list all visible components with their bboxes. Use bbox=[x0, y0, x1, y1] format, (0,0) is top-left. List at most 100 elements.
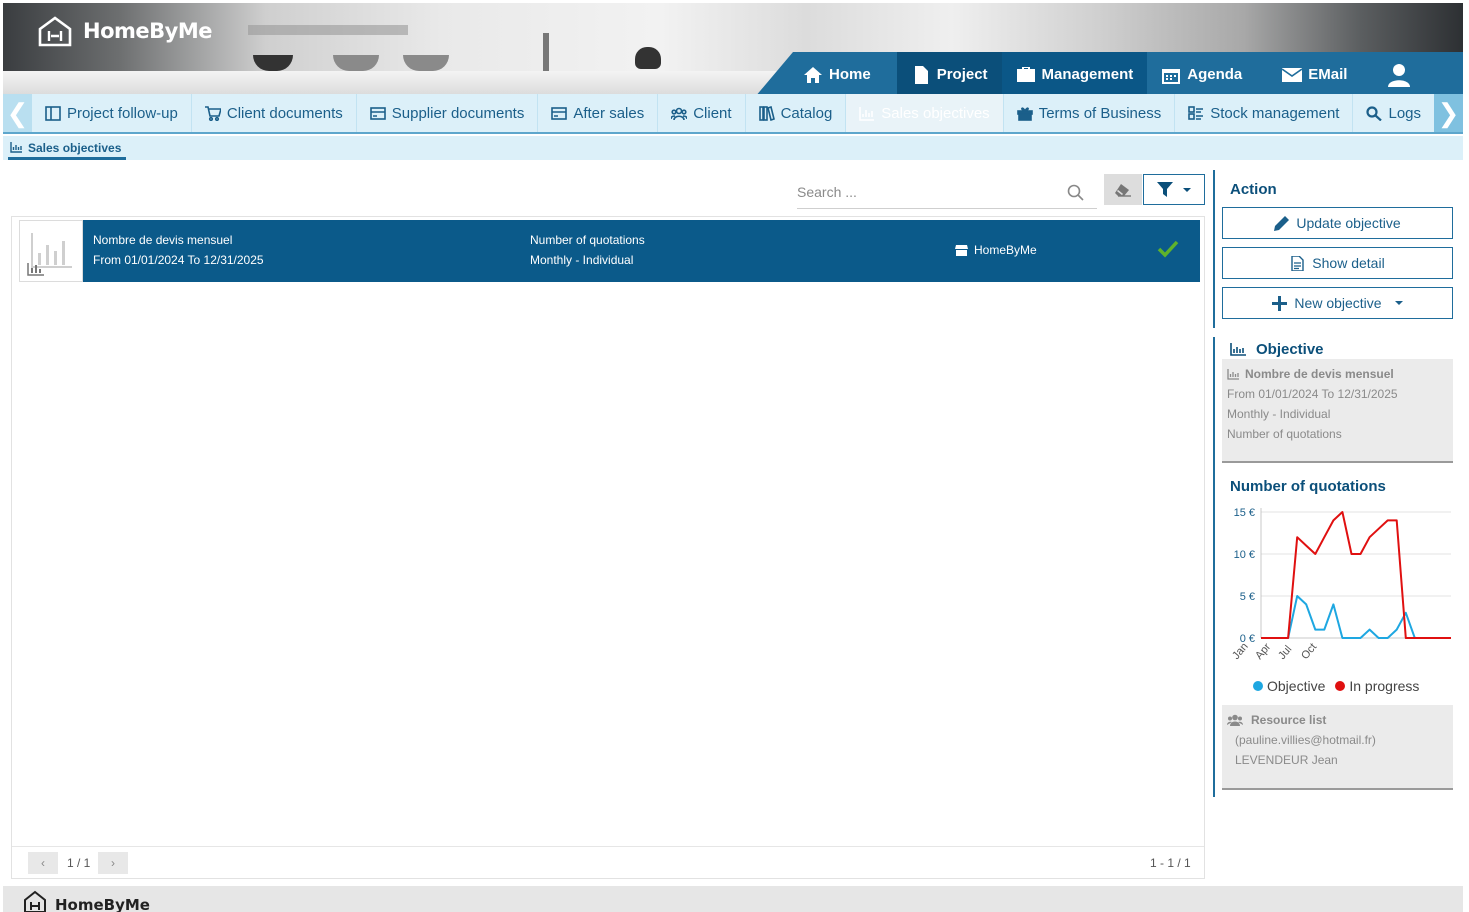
record-range: 1 - 1 / 1 bbox=[1150, 856, 1191, 870]
main-nav-email[interactable]: EMail bbox=[1268, 52, 1361, 94]
legend-in-progress-dot bbox=[1335, 681, 1346, 691]
cart-icon bbox=[204, 105, 221, 121]
plus-icon bbox=[1272, 295, 1288, 311]
pencil-icon bbox=[1274, 215, 1290, 231]
update-objective-button[interactable]: Update objective bbox=[1222, 207, 1453, 239]
main-nav-agenda-label: Agenda bbox=[1187, 66, 1243, 83]
pagination: ‹ 1 / 1 › 1 - 1 / 1 bbox=[12, 846, 1204, 879]
objective-type: Number of quotations bbox=[1227, 427, 1342, 441]
sub-nav: ❮ Project follow-up Client documents Sup… bbox=[3, 94, 1463, 134]
sub-nav-prev-arrow[interactable]: ❮ bbox=[3, 94, 32, 132]
action-panel: Action Update objective Show detail New … bbox=[1213, 170, 1459, 328]
new-objective-button[interactable]: New objective bbox=[1222, 287, 1453, 319]
tab-label: Supplier documents bbox=[391, 104, 525, 122]
main-nav-agenda[interactable]: Agenda bbox=[1147, 52, 1256, 94]
chart-series-line bbox=[1261, 511, 1451, 639]
tab-label: Sales objectives bbox=[881, 104, 990, 122]
header-banner: HomeByMe Home Project Management Agenda … bbox=[3, 3, 1463, 94]
card-icon bbox=[551, 106, 568, 120]
briefcase-icon bbox=[1016, 66, 1035, 82]
clear-search-button[interactable] bbox=[1104, 174, 1142, 205]
user-menu[interactable] bbox=[1374, 52, 1424, 94]
sub-nav-next-arrow[interactable]: ❯ bbox=[1434, 94, 1463, 132]
tab-logs[interactable]: Logs bbox=[1353, 94, 1434, 132]
bar-chart-icon bbox=[859, 106, 875, 121]
objective-store: HomeByMe bbox=[955, 240, 1037, 260]
main-nav-project[interactable]: Project bbox=[896, 52, 1002, 94]
objective-summary-card: Nombre de devis mensuel From 01/01/2024 … bbox=[1222, 359, 1453, 463]
filter-icon bbox=[1157, 182, 1173, 197]
quotations-chart: 0 €5 €10 €15 €Jan Apr Jul Oct bbox=[1230, 507, 1451, 662]
store-icon bbox=[955, 244, 968, 256]
objective-header: Objective bbox=[1230, 341, 1324, 358]
tab-sales-objectives[interactable]: Sales objectives bbox=[846, 94, 1004, 132]
objective-type-info: Number of quotations Monthly - Individua… bbox=[530, 220, 645, 270]
tab-project-follow-up[interactable]: Project follow-up bbox=[32, 94, 192, 132]
tab-stock-management[interactable]: Stock management bbox=[1175, 94, 1354, 132]
banner-plate bbox=[253, 55, 293, 71]
users-icon bbox=[671, 107, 688, 120]
gift-icon bbox=[1016, 106, 1033, 121]
footer-logo: HomeByMe bbox=[23, 888, 150, 912]
objective-period: From 01/01/2024 To 12/31/2025 bbox=[1227, 387, 1398, 401]
objective-panel: Objective Nombre de devis mensuel From 0… bbox=[1213, 337, 1459, 797]
chart-x-tick-label: Oct bbox=[1299, 641, 1319, 662]
house-logo-icon bbox=[24, 890, 46, 912]
users-icon bbox=[1227, 714, 1243, 726]
home-icon bbox=[804, 66, 822, 83]
resource-list-title: Resource list bbox=[1251, 713, 1327, 727]
objective-title: Nombre de devis mensuel bbox=[93, 233, 233, 247]
tab-catalog[interactable]: Catalog bbox=[746, 94, 847, 132]
search-icon bbox=[1366, 105, 1383, 121]
file-icon bbox=[914, 65, 928, 84]
house-logo-icon bbox=[37, 15, 73, 47]
new-objective-label: New objective bbox=[1294, 295, 1382, 311]
show-detail-label: Show detail bbox=[1312, 255, 1385, 271]
objective-thumbnail bbox=[19, 220, 83, 282]
objective-main-info: Nombre de devis mensuel From 01/01/2024 … bbox=[93, 220, 264, 270]
list-item[interactable]: Nombre de devis mensuel From 01/01/2024 … bbox=[19, 220, 1200, 282]
breadcrumb-bar: Sales objectives bbox=[3, 136, 1463, 160]
prev-page-button[interactable]: ‹ bbox=[28, 852, 58, 874]
books-icon bbox=[758, 105, 775, 121]
show-detail-button[interactable]: Show detail bbox=[1222, 247, 1453, 279]
chevron-down-icon bbox=[1183, 187, 1191, 192]
page-indicator: 1 / 1 bbox=[67, 856, 91, 870]
resource-list-header: Resource list bbox=[1227, 710, 1448, 730]
search-input[interactable] bbox=[797, 184, 1067, 200]
eraser-icon bbox=[1115, 183, 1131, 197]
chart-legend: Objective In progress bbox=[1253, 678, 1419, 694]
objective-title: Objective bbox=[1256, 341, 1324, 358]
objective-name-row: Nombre de devis mensuel bbox=[1227, 364, 1448, 384]
tab-label: After sales bbox=[573, 104, 645, 122]
envelope-icon bbox=[1282, 67, 1303, 82]
filter-dropdown-button[interactable] bbox=[1143, 174, 1205, 205]
tab-after-sales[interactable]: After sales bbox=[538, 94, 659, 132]
user-icon bbox=[1388, 63, 1410, 87]
calendar-icon bbox=[1162, 68, 1181, 84]
main-nav-home-label: Home bbox=[829, 66, 871, 83]
tab-terms-of-business[interactable]: Terms of Business bbox=[1004, 94, 1176, 132]
main-nav-email-label: EMail bbox=[1308, 66, 1348, 83]
banner-bowl bbox=[333, 55, 379, 71]
next-page-button[interactable]: › bbox=[98, 852, 128, 874]
resource-item: LEVENDEUR Jean bbox=[1235, 753, 1338, 767]
resource-list-card: Resource list (pauline.villies@hotmail.f… bbox=[1222, 705, 1453, 790]
breadcrumb[interactable]: Sales objectives bbox=[8, 138, 127, 160]
main-nav-management[interactable]: Management bbox=[1001, 52, 1148, 94]
chart-x-tick-label: Jul bbox=[1276, 643, 1294, 661]
legend-in-progress-label[interactable]: In progress bbox=[1349, 678, 1419, 694]
tab-supplier-documents[interactable]: Supplier documents bbox=[357, 94, 539, 132]
tab-client[interactable]: Client bbox=[658, 94, 746, 132]
search-icon[interactable] bbox=[1067, 184, 1084, 201]
tab-client-documents[interactable]: Client documents bbox=[192, 94, 357, 132]
main-nav-project-label: Project bbox=[936, 66, 988, 83]
objective-store-name: HomeByMe bbox=[974, 243, 1037, 257]
legend-objective-label[interactable]: Objective bbox=[1267, 678, 1325, 694]
bar-chart-icon bbox=[27, 233, 72, 276]
legend-objective-dot bbox=[1253, 681, 1263, 691]
bar-chart-icon bbox=[10, 142, 22, 153]
brand-logo[interactable]: HomeByMe bbox=[37, 15, 212, 47]
objective-name: Nombre de devis mensuel bbox=[1245, 367, 1394, 381]
objective-type: Number of quotations bbox=[530, 233, 645, 247]
